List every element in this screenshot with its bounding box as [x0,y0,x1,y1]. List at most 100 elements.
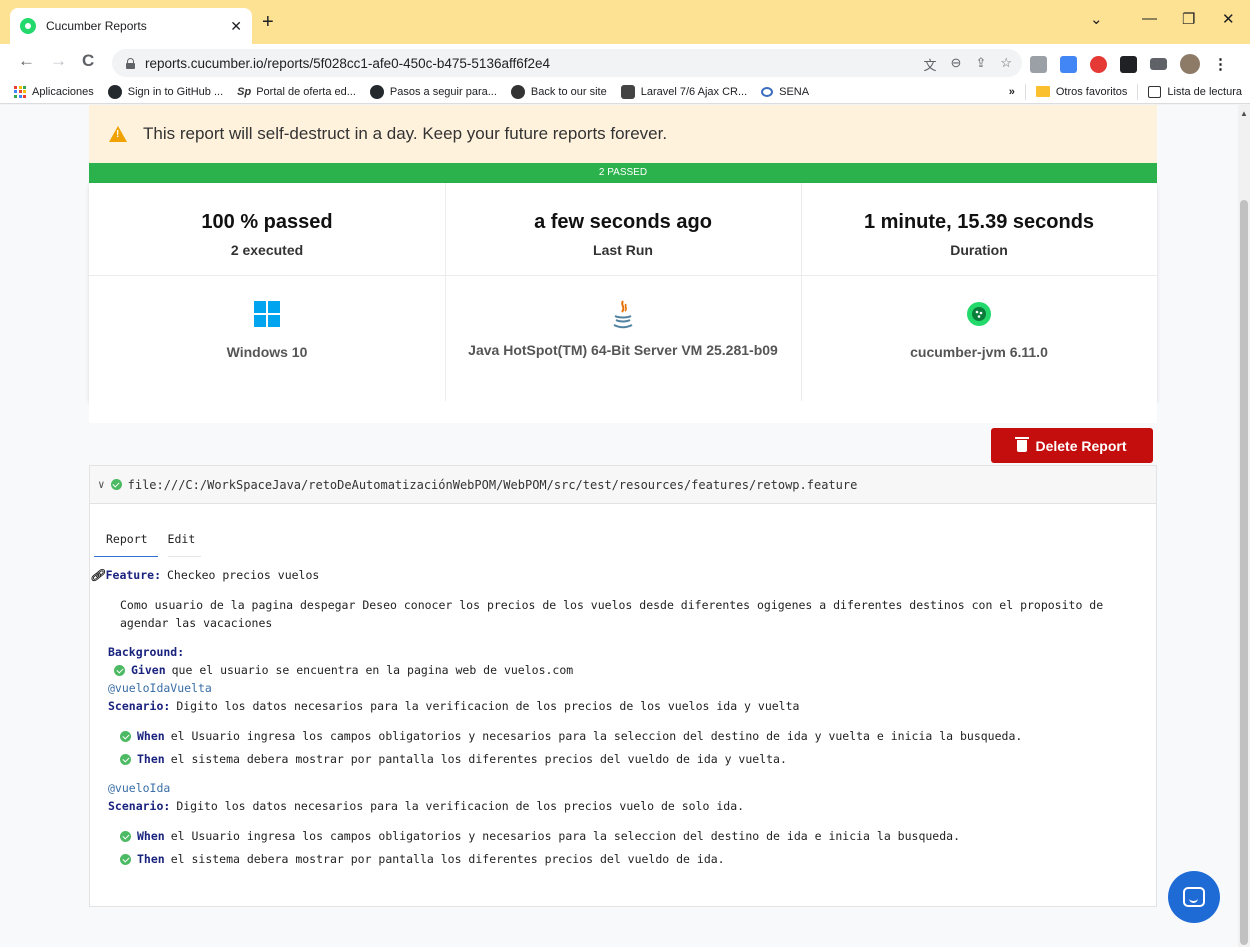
bookmark-label: SENA [779,85,810,98]
step-keyword: When [137,829,165,843]
bookmark-other-favorites[interactable]: Otros favoritos [1035,86,1127,98]
reading-queue-icon[interactable] [1150,58,1167,70]
scenario-step: When el Usuario ingresa los campos oblig… [120,829,960,843]
stat-duration: 1 minute, 15.39 seconds Duration [801,211,1157,258]
feature-file-path: file:///C:/WorkSpaceJava/retoDeAutomatiz… [127,477,858,492]
folder-icon [1035,86,1050,97]
scenario-step: When el Usuario ingresa los campos oblig… [120,729,1022,743]
scenario-step: Then el sistema debera mostrar por panta… [120,752,787,766]
bookmark-laravel[interactable]: Laravel 7/6 Ajax CR... [620,84,748,99]
bookmark-pasos[interactable]: Pasos a seguir para... [369,84,497,99]
feature-tabs: Report Edit [94,532,211,557]
reading-list-button[interactable]: Lista de lectura [1148,85,1242,98]
maximize-icon[interactable]: ❐ [1182,10,1195,28]
feature-panel: ∨ file:///C:/WorkSpaceJava/retoDeAutomat… [89,465,1157,907]
browser-titlebar: Cucumber Reports ✕ + ⌄ — ❐ ✕ [0,0,1250,44]
browser-tab[interactable]: Cucumber Reports ✕ [10,8,252,44]
laravel-icon [620,84,635,99]
profile-avatar[interactable] [1180,54,1200,74]
warning-icon [109,126,127,142]
env-label: cucumber-jvm 6.11.0 [910,344,1048,360]
tab-close-icon[interactable]: ✕ [230,18,242,35]
step-text: el sistema debera mostrar por pantalla l… [170,752,787,766]
stat-last-run: a few seconds ago Last Run [445,211,801,258]
sena-icon [761,86,774,97]
apps-grid-icon [14,85,26,98]
tab-edit[interactable]: Edit [167,532,202,557]
link-icon[interactable]: 🔗︎ [90,568,105,582]
opera-extension-icon[interactable] [1090,55,1107,73]
new-tab-button[interactable]: + [262,12,274,32]
passed-bar: 2 PASSED [89,163,1157,183]
scenario-tag: @vueloIda [108,781,171,795]
lock-icon [126,57,135,69]
tab-title: Cucumber Reports [46,19,147,33]
env-cucumber: cucumber-jvm 6.11.0 [801,301,1157,363]
feature-description-line1: Como usuario de la pagina despegar Deseo… [120,598,1104,612]
feature-description-line2: agendar las vacaciones [120,616,273,630]
minimize-icon[interactable]: — [1142,10,1157,27]
delete-report-label: Delete Report [1035,437,1127,454]
share-icon[interactable]: ⇪ [975,55,986,74]
back-arrow-icon[interactable]: ← [18,52,35,70]
tab-report[interactable]: Report [94,532,158,557]
reading-list-label: Lista de lectura [1167,85,1242,98]
bookmark-apps[interactable]: Aplicaciones [14,85,94,98]
more-bookmarks-button[interactable]: » [1009,86,1015,98]
stat-value: 1 minute, 15.39 seconds [863,211,1095,233]
reload-icon[interactable]: C [82,52,94,70]
scenario-keyword: Scenario: [108,699,171,713]
bookmarks-bar: Aplicaciones Sign in to GitHub ... Sp Po… [0,80,1250,104]
address-bar[interactable]: reports.cucumber.io/reports/5f028cc1-afe… [112,49,1022,77]
warning-text[interactable]: This report will self-destruct in a day.… [143,124,667,144]
delete-report-button[interactable]: Delete Report [991,428,1153,463]
step-keyword: Given [131,663,166,677]
passed-check-icon [114,664,125,676]
step-text: el sistema debera mostrar por pantalla l… [170,852,725,866]
divider [89,275,1157,276]
env-os: Windows 10 [89,301,445,363]
translate-extension-icon[interactable] [1060,55,1077,73]
passed-check-icon [120,753,131,765]
page-scrollbar[interactable]: ▲ [1238,105,1250,947]
scenario-title: Scenario: Digito los datos necesarios pa… [108,799,744,813]
camera-extension-icon[interactable] [1030,55,1047,73]
menu-kebab-icon[interactable]: ⋮ [1213,55,1228,73]
sena-portal-icon: Sp [237,85,252,98]
bookmark-star-icon[interactable]: ☆ [1000,55,1012,74]
reading-list-icon [1148,85,1162,98]
env-java: Java HotSpot(TM) 64-Bit Server VM 25.281… [445,299,801,361]
chat-launcher-button[interactable] [1168,871,1220,923]
scrollbar-thumb[interactable] [1240,200,1248,945]
bookmark-separator [1137,83,1139,100]
bookmark-portal[interactable]: Sp Portal de oferta ed... [237,86,356,98]
step-keyword: Then [137,752,165,766]
back-site-icon [510,84,525,99]
forward-arrow-icon[interactable]: → [50,52,67,70]
tab-search-icon[interactable]: ⌄ [1090,10,1103,28]
bookmark-github-signin[interactable]: Sign in to GitHub ... [107,84,223,99]
bookmark-sena[interactable]: SENA [761,86,809,98]
feature-keyword: Feature: [105,568,161,582]
translate-icon[interactable]: 文 [924,55,937,74]
step-text: el Usuario ingresa los campos obligatori… [170,829,960,843]
zoom-icon[interactable]: ⊖ [951,55,962,74]
bookmark-label: Pasos a seguir para... [389,85,497,98]
passed-check-icon [120,853,131,865]
extensions-puzzle-icon[interactable] [1120,55,1137,73]
bookmark-label: Laravel 7/6 Ajax CR... [640,85,748,98]
chat-icon [1183,887,1205,907]
github-icon [369,84,384,99]
scenario-title: Scenario: Digito los datos necesarios pa… [108,699,799,713]
stat-label: Last Run [593,242,653,258]
bookmark-label: Back to our site [530,85,607,98]
scroll-up-arrow-icon[interactable]: ▲ [1240,109,1248,118]
page-viewport: This report will self-destruct in a day.… [0,105,1238,947]
close-window-icon[interactable]: ✕ [1222,10,1235,28]
feature-header[interactable]: ∨ file:///C:/WorkSpaceJava/retoDeAutomat… [90,466,1156,504]
background-keyword: Background: [108,645,185,659]
bookmark-back-site[interactable]: Back to our site [510,84,607,99]
report-summary-card: 100 % passed 2 executed a few seconds ag… [89,183,1157,401]
scenario-name: Digito los datos necesarios para la veri… [176,799,745,813]
chevron-down-icon[interactable]: ∨ [98,478,105,491]
